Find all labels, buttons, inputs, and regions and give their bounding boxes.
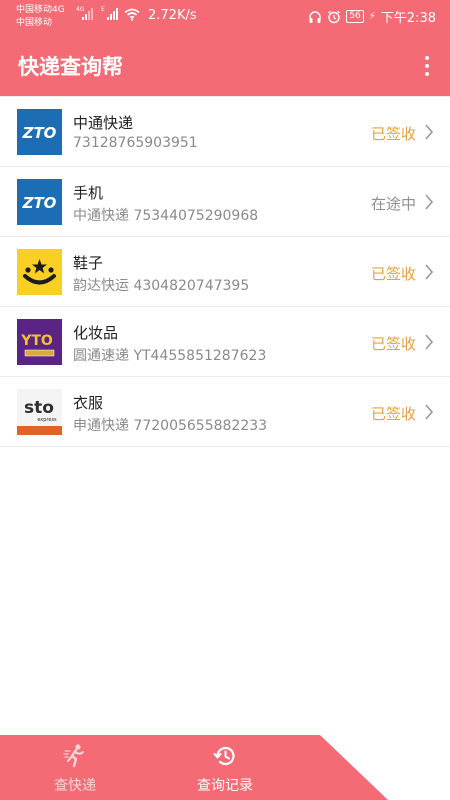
charging-icon: ⚡ (368, 11, 376, 22)
yto-logo-text: YTO (20, 333, 53, 349)
net-speed: 2.72K/s (148, 8, 197, 23)
carrier-2: 中国移动 (16, 18, 53, 28)
alarm-icon (328, 10, 341, 23)
headphones-icon (309, 10, 322, 23)
item-name: 化妆品 (73, 324, 119, 342)
status-badge: 已签收 (370, 125, 416, 143)
tab-query-label: 查快递 (54, 778, 96, 794)
zto-logo: ZTO (17, 109, 62, 155)
status-bar: 中国移动4G 中国移动 4G E 2.72K/s 56 ⚡ 下午2:38 (0, 0, 450, 36)
more-vert-icon[interactable] (419, 54, 435, 78)
list-item[interactable]: sto express 衣服 申通快递 772005655882233 已签收 (0, 377, 450, 447)
sto-logo-text: sto (24, 398, 54, 418)
tab-history[interactable]: 查询记录 (185, 735, 265, 800)
tab-history-label: 查询记录 (197, 778, 253, 794)
signal-icon-1 (82, 8, 93, 20)
wifi-icon (124, 8, 140, 21)
item-subtitle: 韵达快运 4304820747395 (73, 278, 250, 294)
sto-logo-subtext: express (37, 417, 57, 423)
item-name: 鞋子 (73, 254, 104, 272)
item-name: 衣服 (73, 394, 104, 412)
chevron-right-icon (425, 404, 434, 420)
carrier-1: 中国移动4G (16, 5, 65, 15)
item-name: 中通快递 (73, 114, 134, 132)
bottom-nav: 查快递 查询记录 (0, 735, 450, 800)
app-title: 快递查询帮 (18, 55, 123, 79)
chevron-right-icon (425, 124, 434, 140)
status-badge: 已签收 (370, 335, 416, 353)
item-subtitle: 73128765903951 (73, 135, 198, 151)
yunda-logo (17, 249, 62, 295)
zto-logo-text: ZTO (22, 194, 57, 212)
tab-query[interactable]: 查快递 (40, 735, 110, 800)
sto-logo: sto express (17, 389, 62, 435)
status-badge: 已签收 (370, 265, 416, 283)
status-badge: 在途中 (370, 195, 416, 213)
history-icon (213, 746, 235, 766)
item-subtitle: 中通快递 75344075290968 (73, 208, 259, 224)
status-badge: 已签收 (370, 405, 416, 423)
item-subtitle: 申通快递 772005655882233 (73, 418, 268, 434)
signal-icon-2 (107, 8, 118, 20)
list-item[interactable]: ZTO 中通快递 73128765903951 已签收 (0, 97, 450, 167)
list-item[interactable]: ZTO 手机 中通快递 75344075290968 在途中 (0, 167, 450, 237)
app-bar: 快递查询帮 (0, 36, 450, 96)
clock-time: 下午2:38 (380, 11, 436, 26)
list-item[interactable]: 鞋子 韵达快运 4304820747395 已签收 (0, 237, 450, 307)
zto-logo: ZTO (17, 179, 62, 225)
item-subtitle: 圆通速递 YT4455851287623 (73, 348, 267, 364)
runner-icon (63, 744, 84, 768)
chevron-right-icon (425, 194, 434, 210)
yto-logo: YTO (17, 319, 62, 365)
chevron-right-icon (425, 334, 434, 350)
item-name: 手机 (73, 184, 104, 202)
sim2-tag: E (101, 6, 105, 13)
battery-level: 56 (346, 10, 364, 23)
zto-logo-text: ZTO (22, 124, 57, 142)
list-item[interactable]: YTO 化妆品 圆通速递 YT4455851287623 已签收 (0, 307, 450, 377)
tracking-list: ZTO 中通快递 73128765903951 已签收 ZTO 手机 中通快递 … (0, 96, 450, 447)
chevron-right-icon (425, 264, 434, 280)
